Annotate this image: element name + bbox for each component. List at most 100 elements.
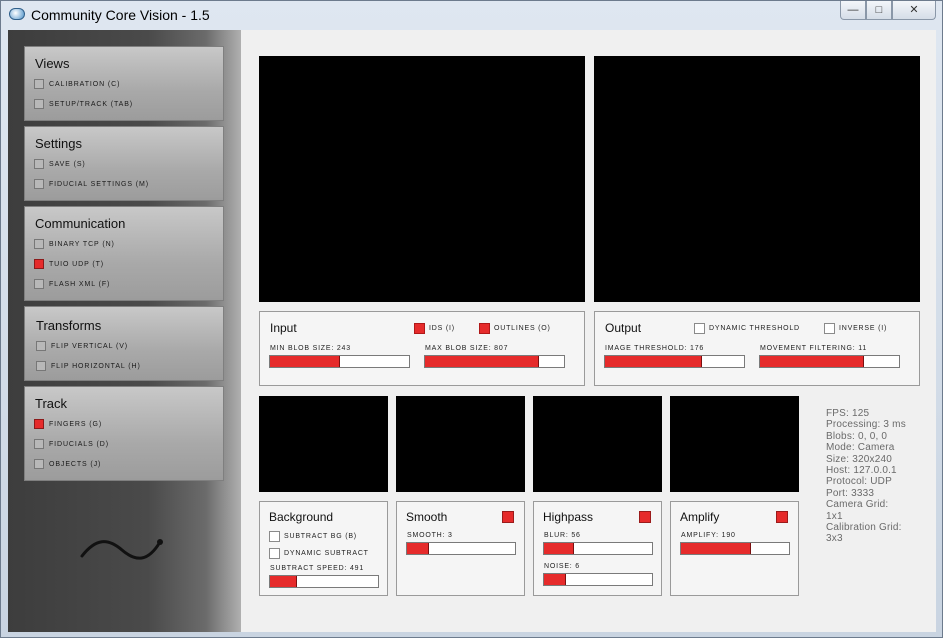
subtract-speed-slider[interactable] <box>269 575 379 588</box>
fps-stat: FPS: 125 <box>826 408 870 419</box>
flash-xml-label: FLASH XML (F) <box>49 280 111 288</box>
save-item[interactable]: SAVE (S) <box>34 158 86 170</box>
close-button[interactable]: ✕ <box>892 1 936 20</box>
noise-slider[interactable] <box>543 573 653 586</box>
highpass-title: Highpass <box>543 510 594 524</box>
flip-horizontal-label: FLIP HORIZONTAL (H) <box>51 362 141 370</box>
tracked-video-view <box>594 56 920 302</box>
blobs-stat: Blobs: 0, 0, 0 <box>826 430 888 442</box>
output-panel: Output DYNAMIC THRESHOLD INVERSE (I) IMA… <box>594 311 920 386</box>
app-icon <box>9 8 25 20</box>
objects-label: OBJECTS (J) <box>49 460 102 468</box>
tuio-udp-item[interactable]: TUIO UDP (T) <box>34 258 104 270</box>
views-panel: Views CALIBRATION (C) SETUP/TRACK (TAB) <box>24 46 224 121</box>
outlines-checkbox[interactable] <box>479 322 490 334</box>
title-bar[interactable]: Community Core Vision - 1.5 — □ ✕ <box>1 1 942 29</box>
protocol-stat: Protocol: UDP <box>826 476 892 488</box>
subtract-bg-checkbox[interactable] <box>269 530 280 542</box>
dynamic-subtract-toggle[interactable]: DYNAMIC SUBTRACT <box>269 547 369 559</box>
background-title: Background <box>269 510 334 524</box>
objects-checkbox[interactable] <box>34 459 44 469</box>
smooth-preview <box>396 396 525 492</box>
smooth-enable-toggle[interactable] <box>502 511 514 523</box>
fingers-item[interactable]: FINGERS (G) <box>34 418 102 430</box>
settings-panel: Settings SAVE (S) FIDUCIAL SETTINGS (M) <box>24 126 224 201</box>
movement-filtering-slider[interactable] <box>759 355 900 368</box>
transforms-panel: Transforms FLIP VERTICAL (V) FLIP HORIZO… <box>24 306 224 381</box>
smooth-panel: Smooth SMOOTH: 3 <box>396 501 525 596</box>
size-stat: Size: 320x240 <box>826 453 892 465</box>
setup-track-item[interactable]: SETUP/TRACK (TAB) <box>34 98 133 110</box>
background-panel: Background SUBTRACT BG (B) DYNAMIC SUBTR… <box>259 501 388 596</box>
max-blob-size-slider[interactable] <box>424 355 565 368</box>
blur-slider[interactable] <box>543 542 653 555</box>
fiducials-checkbox[interactable] <box>34 439 44 449</box>
setup-track-checkbox[interactable] <box>34 99 44 109</box>
ids-label: IDS (I) <box>429 324 455 332</box>
flip-vertical-label: FLIP VERTICAL (V) <box>51 342 129 350</box>
subtract-speed-fill <box>270 576 297 587</box>
calibration-checkbox[interactable] <box>34 79 44 89</box>
flip-vertical-checkbox[interactable] <box>36 341 46 351</box>
flip-horizontal-checkbox[interactable] <box>36 361 46 371</box>
window-title: Community Core Vision - 1.5 <box>31 7 210 23</box>
calibration-grid-value: 3x3 <box>826 533 843 545</box>
amplify-enable-toggle[interactable] <box>776 511 788 523</box>
fiducial-settings-item[interactable]: FIDUCIAL SETTINGS (M) <box>34 178 149 190</box>
binary-tcp-label: BINARY TCP (N) <box>49 240 115 248</box>
subtract-bg-toggle[interactable]: SUBTRACT BG (B) <box>269 530 357 542</box>
port-stat: Port: 3333 <box>826 487 875 499</box>
dynamic-threshold-label: DYNAMIC THRESHOLD <box>709 324 800 332</box>
dynamic-threshold-checkbox[interactable] <box>694 322 705 334</box>
tuio-udp-checkbox[interactable] <box>34 259 44 269</box>
amplify-label: AMPLIFY: 190 <box>681 532 736 539</box>
maximize-button[interactable]: □ <box>866 1 892 20</box>
amplify-slider[interactable] <box>680 542 790 555</box>
mode-stat: Mode: Camera <box>826 442 895 454</box>
views-title: Views <box>35 56 70 71</box>
stats-readout: FPS: 125 Processing: 3 ms Blobs: 0, 0, 0… <box>826 408 934 545</box>
input-title: Input <box>270 321 297 335</box>
binary-tcp-checkbox[interactable] <box>34 239 44 249</box>
outlines-label: OUTLINES (O) <box>494 324 551 332</box>
min-blob-size-slider[interactable] <box>269 355 410 368</box>
fingers-checkbox[interactable] <box>34 419 44 429</box>
highpass-panel: Highpass BLUR: 56 NOISE: 6 <box>533 501 662 596</box>
camera-grid-label: Camera Grid: <box>826 499 889 511</box>
outlines-toggle[interactable]: OUTLINES (O) <box>479 322 551 334</box>
flash-xml-checkbox[interactable] <box>34 279 44 289</box>
flip-vertical-item[interactable]: FLIP VERTICAL (V) <box>36 340 128 352</box>
fiducials-label: FIDUCIALS (D) <box>49 440 109 448</box>
objects-item[interactable]: OBJECTS (J) <box>34 458 101 470</box>
amplify-title: Amplify <box>680 510 720 524</box>
save-label: SAVE (S) <box>49 160 86 168</box>
track-panel: Track FINGERS (G) FIDUCIALS (D) OBJECTS … <box>24 386 224 481</box>
minimize-button[interactable]: — <box>840 1 866 20</box>
fiducial-settings-label: FIDUCIAL SETTINGS (M) <box>49 180 149 188</box>
highpass-enable-toggle[interactable] <box>639 511 651 523</box>
inverse-toggle[interactable]: INVERSE (I) <box>824 322 887 334</box>
source-video-view <box>259 56 585 302</box>
binary-tcp-item[interactable]: BINARY TCP (N) <box>34 238 115 250</box>
communication-title: Communication <box>35 216 126 231</box>
image-threshold-slider[interactable] <box>604 355 745 368</box>
flip-horizontal-item[interactable]: FLIP HORIZONTAL (H) <box>36 360 141 372</box>
calibration-item[interactable]: CALIBRATION (C) <box>34 78 120 90</box>
save-checkbox[interactable] <box>34 159 44 169</box>
flash-xml-item[interactable]: FLASH XML (F) <box>34 278 110 290</box>
ids-toggle[interactable]: IDS (I) <box>414 322 455 334</box>
amplify-panel: Amplify AMPLIFY: 190 <box>670 501 799 596</box>
ccv-wave-logo-icon <box>80 539 163 560</box>
ids-checkbox[interactable] <box>414 322 425 334</box>
smooth-slider[interactable] <box>406 542 516 555</box>
dynamic-threshold-toggle[interactable]: DYNAMIC THRESHOLD <box>694 322 800 334</box>
dynamic-subtract-checkbox[interactable] <box>269 547 280 559</box>
fingers-label: FINGERS (G) <box>49 420 103 428</box>
track-title: Track <box>35 396 68 411</box>
main-area: Input IDS (I) OUTLINES (O) MIN BLOB SIZE… <box>241 30 936 632</box>
fiducials-item[interactable]: FIDUCIALS (D) <box>34 438 109 450</box>
fiducial-settings-checkbox[interactable] <box>34 179 44 189</box>
blur-label: BLUR: 56 <box>544 532 581 539</box>
transforms-title: Transforms <box>36 318 102 333</box>
inverse-checkbox[interactable] <box>824 322 835 334</box>
